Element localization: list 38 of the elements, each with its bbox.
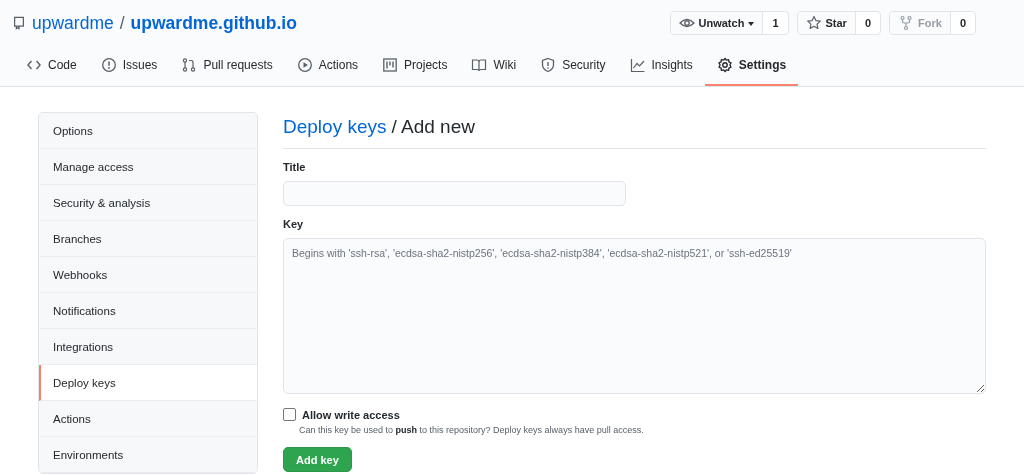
nav-tab[interactable]: Code: [14, 46, 89, 86]
star-icon: [805, 15, 822, 31]
checkbox[interactable]: [283, 408, 296, 421]
graph-icon: [629, 57, 646, 73]
sidebar-item[interactable]: Options: [39, 113, 257, 149]
sidebar-item[interactable]: Deploy keys: [39, 365, 257, 401]
title-field[interactable]: [283, 181, 626, 206]
repo-owner-link[interactable]: upwardme: [32, 12, 114, 34]
nav-tab[interactable]: Pull requests: [169, 46, 285, 86]
settings-icon: [716, 57, 733, 73]
page-heading: / Add new: [391, 116, 475, 138]
nav-tab[interactable]: Insights: [617, 46, 705, 86]
key-field[interactable]: Begins with 'ssh-rsa', 'ecdsa-sha2-nistp256', 'ecdsa-sha2-nistp384', 'ecdsa-sha2-nistp521', or 'ssh-ed25519': [283, 238, 986, 394]
nav-tab[interactable]: Security: [528, 46, 618, 86]
pull-request-icon: [181, 57, 198, 73]
issue-icon: [100, 57, 117, 73]
nav-tab[interactable]: Wiki: [459, 46, 529, 86]
field-label: Title: [283, 161, 307, 173]
watch-button[interactable]: Unwatch: [670, 12, 764, 34]
path-separator: /: [119, 12, 125, 34]
checkbox-label: Allow write access: [302, 408, 400, 421]
breadcrumb-link[interactable]: Deploy keys: [283, 116, 387, 138]
shield-icon: [540, 57, 557, 73]
play-icon: [296, 57, 313, 73]
field-label: Key: [283, 218, 305, 230]
star-button[interactable]: Star: [797, 12, 856, 34]
repo-name-link[interactable]: upwardme.github.io: [130, 12, 297, 34]
project-board-icon: [382, 57, 399, 73]
nav-tab[interactable]: Projects: [370, 46, 460, 86]
count-label[interactable]: 0: [855, 12, 881, 34]
nav-tab[interactable]: Actions: [284, 46, 371, 86]
count-label[interactable]: 1: [763, 12, 788, 34]
fork-icon: [898, 15, 915, 31]
book-icon: [471, 57, 488, 73]
repository-icon: [12, 16, 26, 30]
nav-tab[interactable]: Issues: [88, 46, 170, 86]
nav-tab[interactable]: Settings: [704, 46, 799, 86]
hint-text: Can this key be used to push to this repository? Deploy keys always have pull access.: [299, 425, 645, 435]
